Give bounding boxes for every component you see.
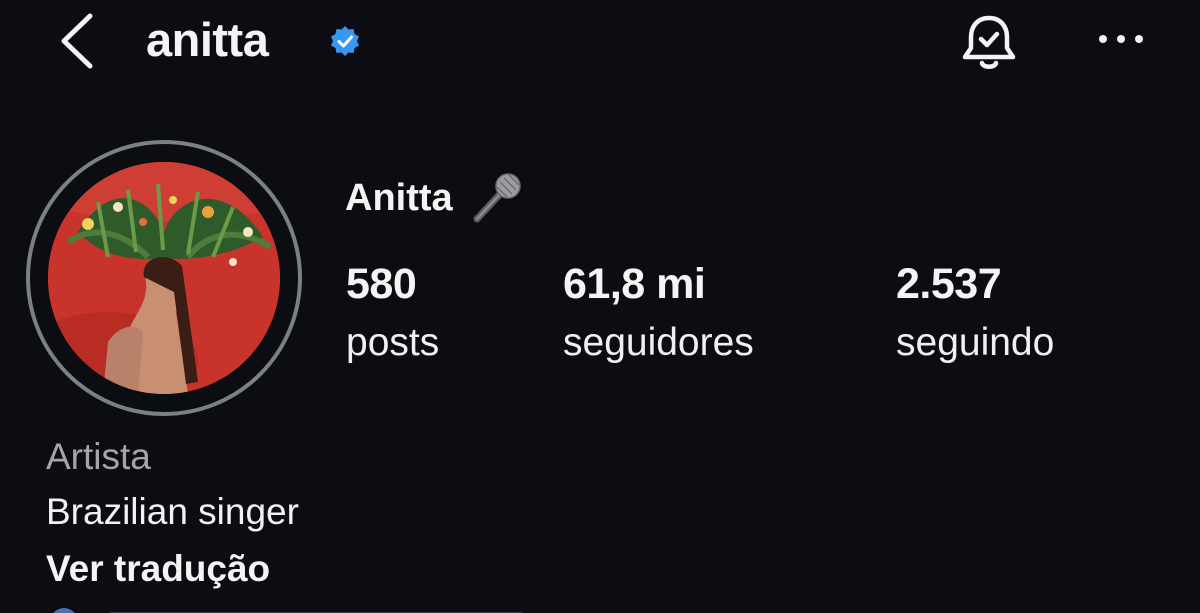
profile-category: Artista: [46, 436, 151, 477]
profile-photo-image: [48, 162, 280, 394]
profile-avatar: [48, 162, 280, 394]
back-button[interactable]: [52, 10, 100, 70]
profile-bio: Brazilian singer: [46, 491, 299, 532]
following-label: seguindo: [896, 321, 1055, 364]
profile-avatar-ring[interactable]: [26, 140, 302, 416]
top-bar: anitta: [0, 0, 1200, 80]
chevron-left-icon: [61, 13, 93, 69]
notifications-button[interactable]: [956, 8, 1022, 74]
followers-stat[interactable]: 61,8 mi seguidores: [563, 258, 754, 368]
see-translation-link[interactable]: Ver tradução: [46, 544, 270, 594]
more-horizontal-icon: [1099, 35, 1143, 43]
followers-label: seguidores: [563, 321, 754, 364]
more-options-button[interactable]: [1094, 24, 1148, 54]
bell-check-icon: [962, 15, 1016, 69]
posts-stat[interactable]: 580 posts: [346, 258, 439, 368]
microphone-icon: [473, 173, 521, 223]
cutoff-link-row: [53, 608, 524, 613]
username-title: anitta: [146, 13, 269, 66]
profile-screen: anitta Anitta 580 posts 61,8 mi seguidor…: [0, 0, 1200, 613]
posts-label: posts: [346, 321, 440, 364]
followers-count: 61,8 mi: [563, 260, 706, 308]
display-name-row: Anitta: [345, 168, 525, 228]
verified-badge-icon: [331, 26, 359, 56]
posts-count: 580: [346, 260, 417, 308]
display-name: Anitta: [345, 177, 453, 219]
following-count: 2.537: [896, 260, 1002, 308]
following-stat[interactable]: 2.537 seguindo: [896, 258, 1054, 368]
